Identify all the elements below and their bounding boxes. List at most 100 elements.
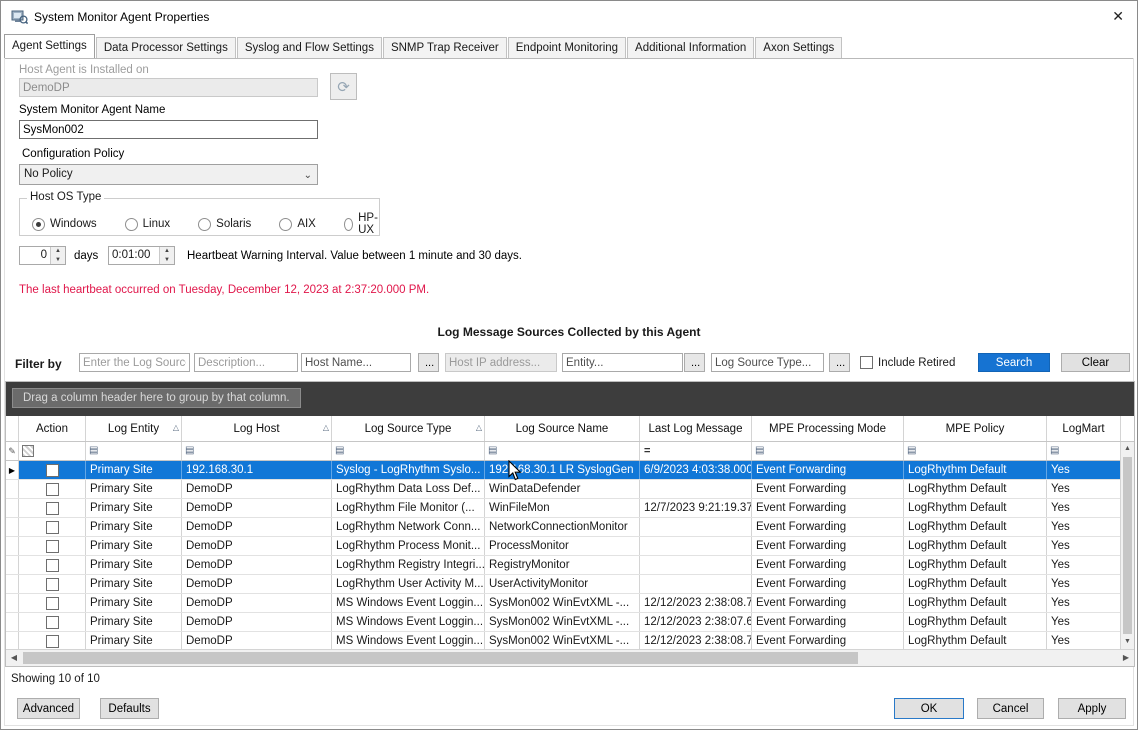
row-checkbox[interactable] [46, 578, 59, 591]
filter-cell-log-entity[interactable]: ▤ [86, 442, 182, 460]
entity-browse-button[interactable]: ... [684, 353, 705, 372]
column-header-mpe-processing-mode[interactable]: MPE Processing Mode [752, 416, 904, 441]
column-header-mpe-policy[interactable]: MPE Policy [904, 416, 1047, 441]
table-row[interactable]: Primary SiteDemoDPLogRhythm User Activit… [6, 575, 1134, 594]
column-header-log-source-type[interactable]: Log Source Type△ [332, 416, 485, 441]
ok-button[interactable]: OK [894, 698, 964, 719]
tab-endpoint-monitoring[interactable]: Endpoint Monitoring [508, 37, 626, 58]
checkbox-filter-icon[interactable] [22, 445, 34, 457]
defaults-button[interactable]: Defaults [100, 698, 159, 719]
clear-button[interactable]: Clear [1061, 353, 1130, 372]
host-name-filter-input[interactable] [301, 353, 411, 372]
table-row[interactable]: Primary SiteDemoDPMS Windows Event Loggi… [6, 594, 1134, 613]
host-name-browse-button[interactable]: ... [418, 353, 439, 372]
days-stepper[interactable]: 0 ▲▼ [19, 246, 66, 265]
filter-condition-icon[interactable]: ▤ [755, 446, 764, 456]
filter-condition-icon[interactable]: ▤ [89, 446, 98, 456]
refresh-host-button[interactable]: ⟳ [330, 73, 357, 100]
row-checkbox[interactable] [46, 521, 59, 534]
filter-cell-action[interactable] [19, 442, 86, 460]
interval-stepper[interactable]: 0:01:00 ▲▼ [108, 246, 175, 265]
table-row[interactable]: Primary SiteDemoDPLogRhythm File Monitor… [6, 499, 1134, 518]
equals-filter-icon[interactable]: = [643, 446, 650, 457]
radio-icon[interactable] [32, 218, 45, 231]
row-checkbox[interactable] [46, 597, 59, 610]
table-row[interactable]: Primary SiteDemoDPLogRhythm Registry Int… [6, 556, 1134, 575]
table-row[interactable]: Primary SiteDemoDPLogRhythm Data Loss De… [6, 480, 1134, 499]
scroll-left-icon[interactable]: ◀ [6, 650, 22, 666]
filter-cell-mpe-policy[interactable]: ▤ [904, 442, 1047, 460]
config-policy-value: No Policy [24, 168, 73, 180]
log-source-type-browse-button[interactable]: ... [829, 353, 850, 372]
filter-condition-icon[interactable]: ▤ [335, 446, 344, 456]
tab-syslog-and-flow-settings[interactable]: Syslog and Flow Settings [237, 37, 382, 58]
table-row[interactable]: Primary SiteDemoDPLogRhythm Process Moni… [6, 537, 1134, 556]
group-by-bar[interactable]: Drag a column header here to group by th… [6, 382, 1134, 416]
column-header-last-log-message[interactable]: Last Log Message [640, 416, 752, 441]
log-source-type-filter-input[interactable] [711, 353, 824, 372]
agent-name-field[interactable] [19, 120, 318, 139]
column-header-log-entity[interactable]: Log Entity△ [86, 416, 182, 441]
column-header-action[interactable]: Action [19, 416, 86, 441]
config-policy-dropdown[interactable]: No Policy ⌄ [19, 164, 318, 185]
column-header-log-source-name[interactable]: Log Source Name [485, 416, 640, 441]
row-checkbox[interactable] [46, 464, 59, 477]
radio-icon[interactable] [125, 218, 138, 231]
row-checkbox[interactable] [46, 616, 59, 629]
filter-condition-icon[interactable]: ▤ [1050, 446, 1059, 456]
horizontal-scrollbar[interactable]: ◀ ▶ [6, 649, 1134, 666]
tab-additional-information[interactable]: Additional Information [627, 37, 754, 58]
filter-cell-logmart[interactable]: ▤ [1047, 442, 1121, 460]
tab-data-processor-settings[interactable]: Data Processor Settings [96, 37, 236, 58]
row-checkbox[interactable] [46, 635, 59, 648]
cell-host: DemoDP [182, 537, 332, 555]
row-checkbox[interactable] [46, 540, 59, 553]
table-row[interactable]: Primary SiteDemoDPMS Windows Event Loggi… [6, 613, 1134, 632]
os-radio-aix[interactable]: AIX [279, 212, 316, 236]
filter-cell-last-log-message[interactable]: = [640, 442, 752, 460]
include-retired-checkbox[interactable] [860, 356, 873, 369]
table-row[interactable]: Primary SiteDemoDPLogRhythm Network Conn… [6, 518, 1134, 537]
filter-cell-log-source-type[interactable]: ▤ [332, 442, 485, 460]
tab-agent-settings[interactable]: Agent Settings [4, 34, 95, 58]
radio-icon[interactable] [198, 218, 211, 231]
stepper-arrows-icon[interactable]: ▲▼ [159, 247, 174, 264]
tab-axon-settings[interactable]: Axon Settings [755, 37, 842, 58]
description-filter-input[interactable] [194, 353, 298, 372]
radio-icon[interactable] [344, 218, 353, 231]
filter-condition-icon[interactable]: ▤ [488, 446, 497, 456]
filter-cell-log-host[interactable]: ▤ [182, 442, 332, 460]
filter-cell-mpe-processing-mode[interactable]: ▤ [752, 442, 904, 460]
table-row[interactable]: ▶Primary Site192.168.30.1Syslog - LogRhy… [6, 461, 1134, 480]
apply-button[interactable]: Apply [1058, 698, 1126, 719]
search-button[interactable]: Search [978, 353, 1050, 372]
row-checkbox[interactable] [46, 483, 59, 496]
vertical-scroll-thumb[interactable] [1123, 457, 1132, 634]
horizontal-scroll-thumb[interactable] [23, 652, 858, 664]
vertical-scrollbar[interactable]: ▲ ▼ [1120, 442, 1134, 649]
stepper-arrows-icon[interactable]: ▲▼ [50, 247, 65, 264]
column-header-logmart[interactable]: LogMart [1047, 416, 1121, 441]
scroll-down-icon[interactable]: ▼ [1121, 635, 1134, 649]
os-radio-solaris[interactable]: Solaris [198, 212, 251, 236]
grid-rows: ▶Primary Site192.168.30.1Syslog - LogRhy… [6, 461, 1134, 651]
os-radio-windows[interactable]: Windows [32, 212, 97, 236]
row-checkbox[interactable] [46, 559, 59, 572]
cancel-button[interactable]: Cancel [977, 698, 1044, 719]
os-radio-linux[interactable]: Linux [125, 212, 171, 236]
row-checkbox[interactable] [46, 502, 59, 515]
filter-condition-icon[interactable]: ▤ [185, 446, 194, 456]
log-source-filter-input[interactable] [79, 353, 190, 372]
column-header-log-host[interactable]: Log Host△ [182, 416, 332, 441]
scroll-right-icon[interactable]: ▶ [1118, 650, 1134, 666]
host-ip-filter-input [445, 353, 557, 372]
os-radio-hp-ux[interactable]: HP-UX [344, 212, 382, 236]
tab-snmp-trap-receiver[interactable]: SNMP Trap Receiver [383, 37, 507, 58]
scroll-up-icon[interactable]: ▲ [1121, 442, 1134, 456]
filter-condition-icon[interactable]: ▤ [907, 446, 916, 456]
radio-icon[interactable] [279, 218, 292, 231]
advanced-button[interactable]: Advanced [17, 698, 80, 719]
filter-cell-log-source-name[interactable]: ▤ [485, 442, 640, 460]
entity-filter-input[interactable] [562, 353, 683, 372]
close-icon[interactable]: ✕ [1112, 8, 1124, 24]
